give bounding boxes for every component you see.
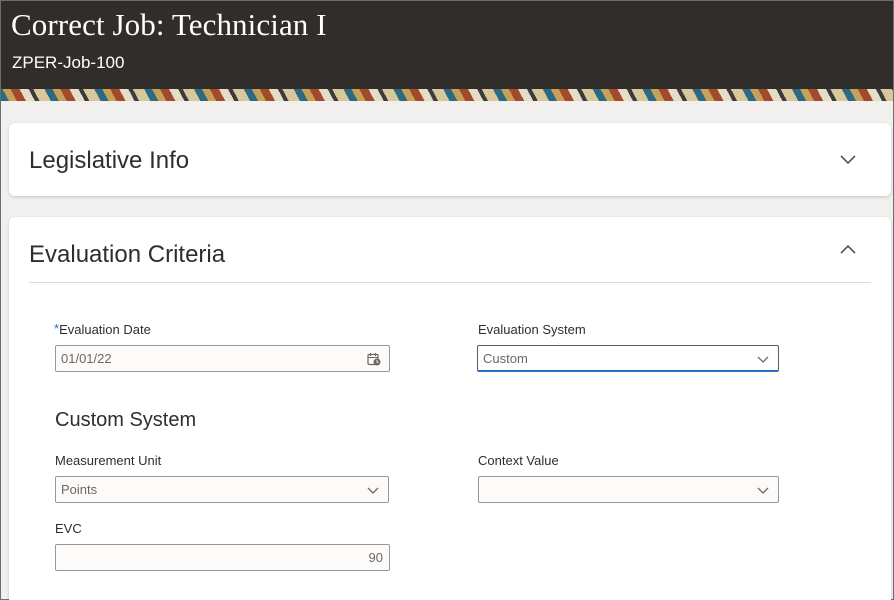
context-value-select[interactable] xyxy=(478,476,779,503)
chevron-down-icon[interactable] xyxy=(756,352,770,366)
page-title: Correct Job: Technician I xyxy=(11,7,327,42)
chevron-down-icon[interactable] xyxy=(366,483,380,497)
page-header: Correct Job: Technician I ZPER-Job-100 xyxy=(1,1,893,89)
evaluation-system-label: Evaluation System xyxy=(478,322,586,337)
required-marker: * xyxy=(54,321,60,336)
calendar-icon[interactable] xyxy=(367,352,381,366)
section-title-evaluation-criteria: Evaluation Criteria xyxy=(29,241,226,268)
evaluation-date-value: 01/01/22 xyxy=(61,351,112,366)
measurement-unit-select[interactable]: Points xyxy=(55,476,389,503)
custom-system-heading: Custom System xyxy=(55,409,197,431)
section-title-legislative-info: Legislative Info xyxy=(29,147,190,174)
evc-input[interactable]: 90 xyxy=(55,544,390,571)
decorative-banner xyxy=(1,89,893,101)
evc-value: 90 xyxy=(368,550,383,565)
page-subtitle: ZPER-Job-100 xyxy=(12,53,125,72)
chevron-down-icon[interactable] xyxy=(839,150,857,168)
measurement-unit-value: Points xyxy=(61,482,98,497)
measurement-unit-label: Measurement Unit xyxy=(55,453,162,468)
evaluation-system-select[interactable]: Custom xyxy=(477,345,779,372)
evaluation-date-label: *Evaluation Date xyxy=(54,321,151,337)
section-divider xyxy=(29,282,871,283)
evaluation-system-value: Custom xyxy=(483,351,528,366)
chevron-up-icon[interactable] xyxy=(839,241,857,259)
context-value-label: Context Value xyxy=(478,453,559,468)
evc-label: EVC xyxy=(55,521,82,536)
evaluation-criteria-section: Evaluation Criteria *Evaluation Date 01/… xyxy=(9,217,891,600)
chevron-down-icon[interactable] xyxy=(756,483,770,497)
legislative-info-section[interactable]: Legislative Info xyxy=(9,123,891,196)
evaluation-date-input[interactable]: 01/01/22 xyxy=(55,345,390,372)
